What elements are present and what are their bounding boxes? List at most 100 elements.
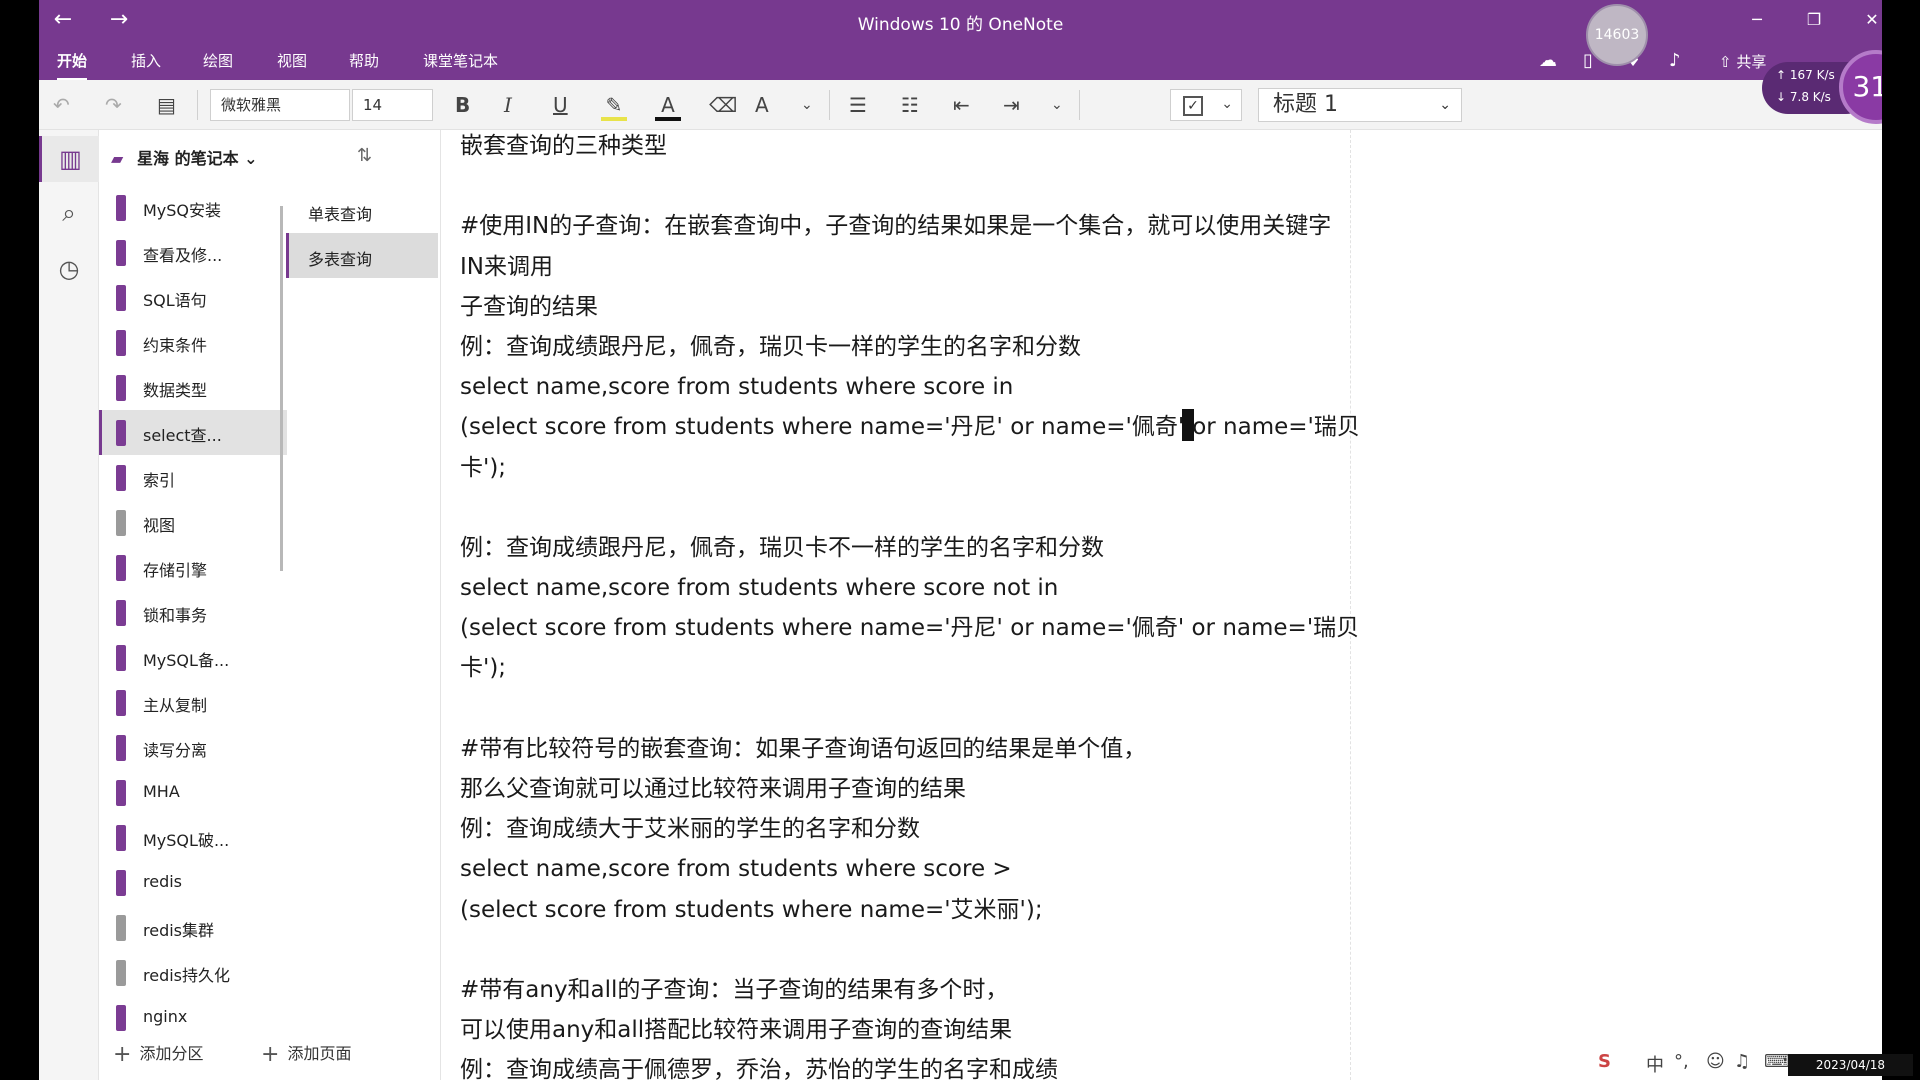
tab-view[interactable]: 视图: [277, 50, 307, 71]
user-avatar[interactable]: 14603: [1586, 4, 1648, 66]
section-item[interactable]: 存储引擎: [99, 545, 287, 590]
clear-format-icon[interactable]: ⌫: [709, 93, 737, 117]
text-line[interactable]: (select score from students where name='…: [460, 407, 1390, 447]
tab-insert[interactable]: 插入: [131, 50, 161, 71]
text-line[interactable]: 例：查询成绩跟丹尼，佩奇，瑞贝卡不一样的学生的名字和分数: [460, 528, 1390, 568]
notebook-selector[interactable]: ▰ 星海 的笔记本 ⌄: [111, 145, 258, 169]
chevron-down-icon[interactable]: ⌄: [1221, 96, 1233, 112]
search-icon[interactable]: ⌕: [39, 190, 99, 236]
emoji-icon[interactable]: ☺: [1706, 1051, 1725, 1072]
add-page-button[interactable]: + 添加页面: [261, 1040, 351, 1067]
text-line[interactable]: [460, 488, 1390, 528]
sogou-ime-icon[interactable]: S: [1598, 1051, 1611, 1072]
text-line[interactable]: [460, 689, 1390, 729]
text-line[interactable]: #带有any和all的子查询：当子查询的结果有多个时，: [460, 970, 1390, 1010]
download-speed: ↓ 7.8 K/s: [1776, 90, 1831, 104]
ime-mode[interactable]: 中: [1646, 1051, 1664, 1077]
section-scrollbar[interactable]: [280, 206, 283, 571]
text-line[interactable]: #使用IN的子查询：在嵌套查询中，子查询的结果如果是一个集合，就可以使用关键字: [460, 206, 1390, 246]
tab-help[interactable]: 帮助: [349, 50, 379, 71]
numbered-list-icon[interactable]: ☷: [901, 93, 919, 117]
clipboard-icon[interactable]: ▤: [157, 93, 176, 117]
bell-icon[interactable]: ♪: [1669, 50, 1681, 71]
text-line[interactable]: select name,score from students where sc…: [460, 367, 1390, 407]
section-item[interactable]: 读写分离: [99, 725, 287, 770]
undo-icon[interactable]: ↶: [53, 93, 70, 117]
italic-button[interactable]: I: [504, 93, 512, 117]
close-button[interactable]: ✕: [1854, 6, 1882, 34]
tab-draw[interactable]: 绘图: [203, 50, 233, 71]
chevron-down-icon[interactable]: ⌄: [1051, 93, 1063, 117]
text-line[interactable]: 例：查询成绩大于艾米丽的学生的名字和分数: [460, 809, 1390, 849]
text-line[interactable]: 例：查询成绩高于佩德罗，乔治，苏怡的学生的名字和成绩: [460, 1050, 1390, 1080]
text-line[interactable]: select name,score from students where sc…: [460, 849, 1390, 889]
font-name-field[interactable]: 微软雅黑: [210, 89, 350, 121]
style-dropdown[interactable]: 标题 1 ⌄: [1258, 88, 1462, 122]
indent-icon[interactable]: ⇥: [1003, 93, 1020, 117]
text-line[interactable]: (select score from students where name='…: [460, 608, 1390, 648]
section-item[interactable]: MySQL备...: [99, 635, 287, 680]
section-item[interactable]: SQL语句: [99, 275, 287, 320]
text-line[interactable]: [460, 930, 1390, 970]
page-item[interactable]: 单表查询: [286, 188, 438, 233]
underline-button[interactable]: U: [553, 93, 568, 117]
section-item[interactable]: redis: [99, 860, 287, 905]
section-item[interactable]: MHA: [99, 770, 287, 815]
section-item[interactable]: 约束条件: [99, 320, 287, 365]
tab-class-notebook[interactable]: 课堂笔记本: [423, 50, 498, 71]
text-line[interactable]: 卡');: [460, 448, 1390, 488]
section-item[interactable]: 索引: [99, 455, 287, 500]
section-color-tab: [116, 690, 126, 716]
section-item[interactable]: 主从复制: [99, 680, 287, 725]
text-line[interactable]: 卡');: [460, 648, 1390, 688]
microphone-icon[interactable]: ♫: [1734, 1051, 1750, 1072]
section-item[interactable]: 查看及修...: [99, 230, 287, 275]
text-line[interactable]: 例：查询成绩跟丹尼，佩奇，瑞贝卡一样的学生的名字和分数: [460, 327, 1390, 367]
bullet-list-icon[interactable]: ☰: [849, 93, 867, 117]
section-item[interactable]: 视图: [99, 500, 287, 545]
section-item[interactable]: 数据类型: [99, 365, 287, 410]
text-line[interactable]: select name,score from students where sc…: [460, 568, 1390, 608]
share-button[interactable]: ⇧ 共享: [1719, 51, 1766, 72]
minimize-button[interactable]: ─: [1739, 6, 1775, 34]
font-color-icon[interactable]: A: [655, 93, 681, 121]
page-item-selected[interactable]: 多表查询: [286, 233, 438, 278]
keyboard-icon[interactable]: ⌨: [1764, 1051, 1790, 1072]
font-size-field[interactable]: 14: [352, 89, 433, 121]
text-style-icon[interactable]: A: [755, 93, 769, 117]
section-item[interactable]: MySQ安装: [99, 185, 287, 230]
highlight-icon[interactable]: ✎: [601, 93, 627, 121]
text-line[interactable]: 可以使用any和all搭配比较符来调用子查询的查询结果: [460, 1010, 1390, 1050]
text-line[interactable]: [460, 166, 1390, 206]
section-item[interactable]: redis持久化: [99, 950, 287, 995]
text-line[interactable]: IN来调用: [460, 247, 1390, 287]
text-line[interactable]: (select score from students where name='…: [460, 890, 1390, 930]
chevron-down-icon[interactable]: ⌄: [801, 93, 813, 117]
section-item[interactable]: redis集群: [99, 905, 287, 950]
sync-icon[interactable]: ☁: [1539, 50, 1557, 71]
section-color-tab: [116, 735, 126, 761]
restore-button[interactable]: ❐: [1796, 6, 1832, 34]
page-list: 单表查询 多表查询: [286, 188, 438, 278]
notebooks-icon[interactable]: ▥: [39, 136, 99, 182]
section-item[interactable]: 锁和事务: [99, 590, 287, 635]
section-item[interactable]: nginx: [99, 995, 287, 1040]
tab-home[interactable]: 开始: [57, 50, 88, 81]
add-section-button[interactable]: + 添加分区: [113, 1040, 203, 1067]
redo-icon[interactable]: ↷: [105, 93, 122, 117]
text-line[interactable]: 嵌套查询的三种类型: [460, 126, 1390, 166]
text-line[interactable]: 那么父查询就可以通过比较符来调用子查询的结果: [460, 769, 1390, 809]
recent-clock-icon[interactable]: ◷: [39, 246, 99, 292]
todo-tag-button[interactable]: ✓ ⌄: [1170, 89, 1242, 121]
section-item[interactable]: MySQL破...: [99, 815, 287, 860]
text-line[interactable]: #带有比较符号的嵌套查询：如果子查询语句返回的结果是单个值，: [460, 729, 1390, 769]
page-content[interactable]: 嵌套查询的三种类型 #使用IN的子查询：在嵌套查询中，子查询的结果如果是一个集合，…: [460, 126, 1390, 1080]
outdent-icon[interactable]: ⇤: [953, 93, 970, 117]
section-item[interactable]: select查...: [99, 410, 287, 455]
bold-button[interactable]: B: [455, 93, 470, 117]
text-line[interactable]: 子查询的结果: [460, 287, 1390, 327]
plus-icon: +: [113, 1042, 132, 1067]
sort-icon[interactable]: ⇅: [357, 145, 372, 166]
section-label: MHA: [143, 782, 180, 801]
punctuation-icon[interactable]: °,: [1674, 1051, 1689, 1072]
